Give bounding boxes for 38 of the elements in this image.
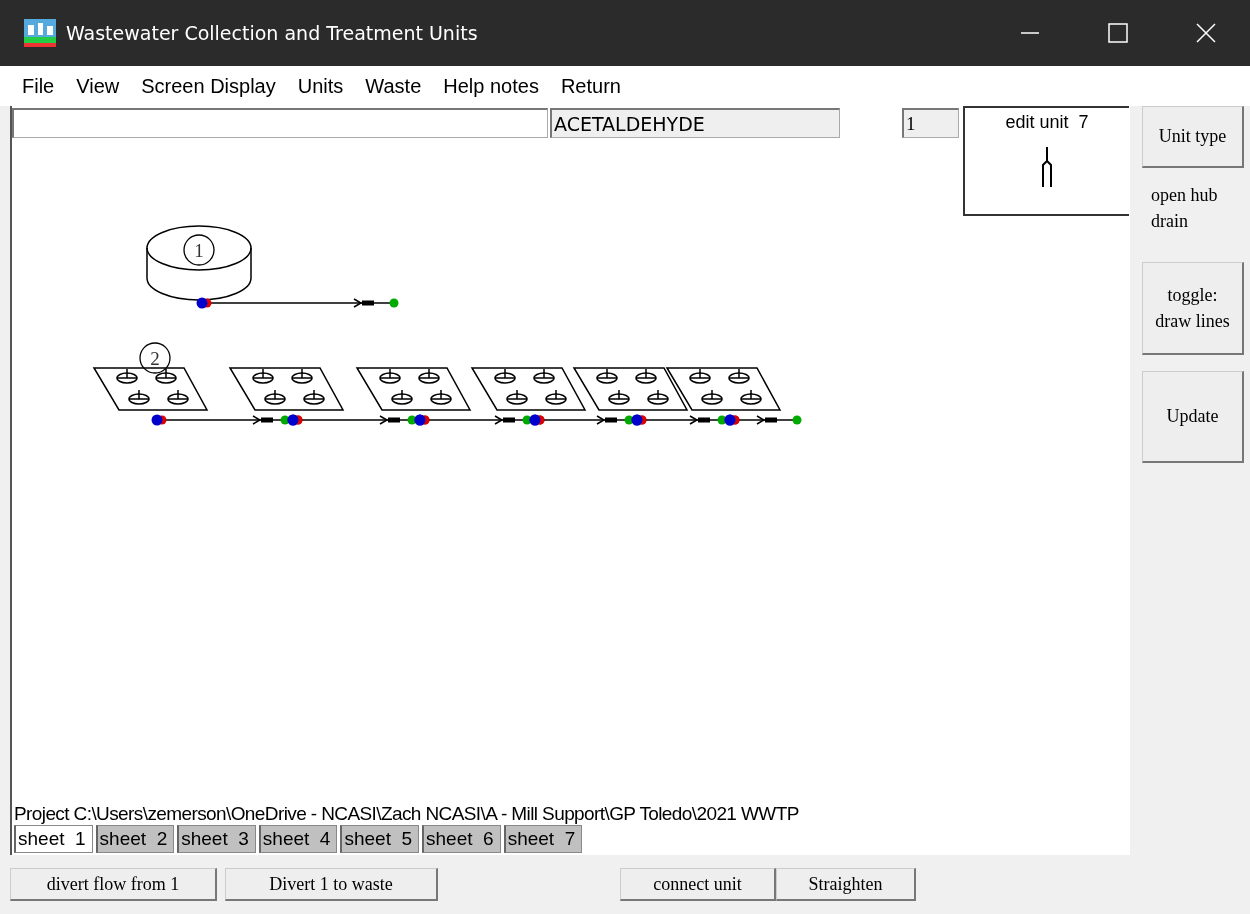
straighten-button[interactable]: Straighten bbox=[776, 868, 916, 901]
menu-item[interactable]: Return bbox=[550, 74, 633, 98]
sheet-tab[interactable]: sheet 6 bbox=[422, 825, 501, 853]
sheet-tab[interactable]: sheet 2 bbox=[95, 825, 175, 853]
app-icon bbox=[24, 19, 56, 47]
divert-to-waste-button[interactable]: Divert 1 to waste bbox=[225, 868, 438, 901]
menu-item[interactable]: Help notes bbox=[433, 74, 551, 98]
menu-item[interactable]: File bbox=[12, 74, 67, 98]
text-field[interactable] bbox=[12, 108, 548, 138]
edit-unit-title: edit unit 7 bbox=[1005, 112, 1089, 133]
unit-type-button[interactable]: Unit type bbox=[1142, 106, 1245, 168]
menu-item[interactable]: Screen Display bbox=[131, 74, 288, 98]
sheet-tab[interactable]: sheet 4 bbox=[258, 825, 338, 853]
drain-pad-drawing[interactable] bbox=[665, 367, 782, 411]
sheet-tab[interactable]: sheet 5 bbox=[340, 825, 420, 853]
drain-pad-drawing[interactable] bbox=[355, 367, 472, 411]
compound-field[interactable]: ACETALDEHYDE bbox=[550, 108, 840, 138]
menu-item[interactable]: View bbox=[66, 74, 132, 98]
update-button[interactable]: Update bbox=[1142, 371, 1245, 463]
menu-item[interactable]: Units bbox=[287, 74, 356, 98]
drain-pad-drawing[interactable] bbox=[572, 367, 689, 411]
drain-pad-drawing[interactable] bbox=[470, 367, 587, 411]
sheet-tab[interactable]: sheet 7 bbox=[503, 825, 583, 853]
sheet-tab[interactable]: sheet 1 bbox=[14, 825, 93, 853]
connect-unit-button[interactable]: connect unit bbox=[620, 868, 776, 901]
close-icon[interactable] bbox=[1195, 22, 1217, 44]
sheet-tab[interactable]: sheet 3 bbox=[177, 825, 256, 853]
menu-item[interactable]: Waste bbox=[355, 74, 434, 98]
unit-number: 2 bbox=[150, 348, 160, 369]
toggle-lines-button[interactable]: toggle: draw lines bbox=[1142, 262, 1245, 355]
project-path: Project C:\Users\zemerson\OneDrive - NCASI\Zach NCASI\A - Mill Support\GP Toledo\2021 WWTP bbox=[13, 803, 800, 825]
maximize-icon[interactable] bbox=[1107, 22, 1129, 44]
divert-flow-button[interactable]: divert flow from 1 bbox=[10, 868, 217, 901]
unit-type-name: open hub drain bbox=[1151, 184, 1219, 233]
unit-number: 1 bbox=[194, 240, 204, 261]
window-title: Wastewater Collection and Treatment Units bbox=[66, 22, 479, 44]
count-field[interactable]: 1 bbox=[902, 108, 959, 138]
drain-pad-drawing[interactable] bbox=[228, 367, 345, 411]
